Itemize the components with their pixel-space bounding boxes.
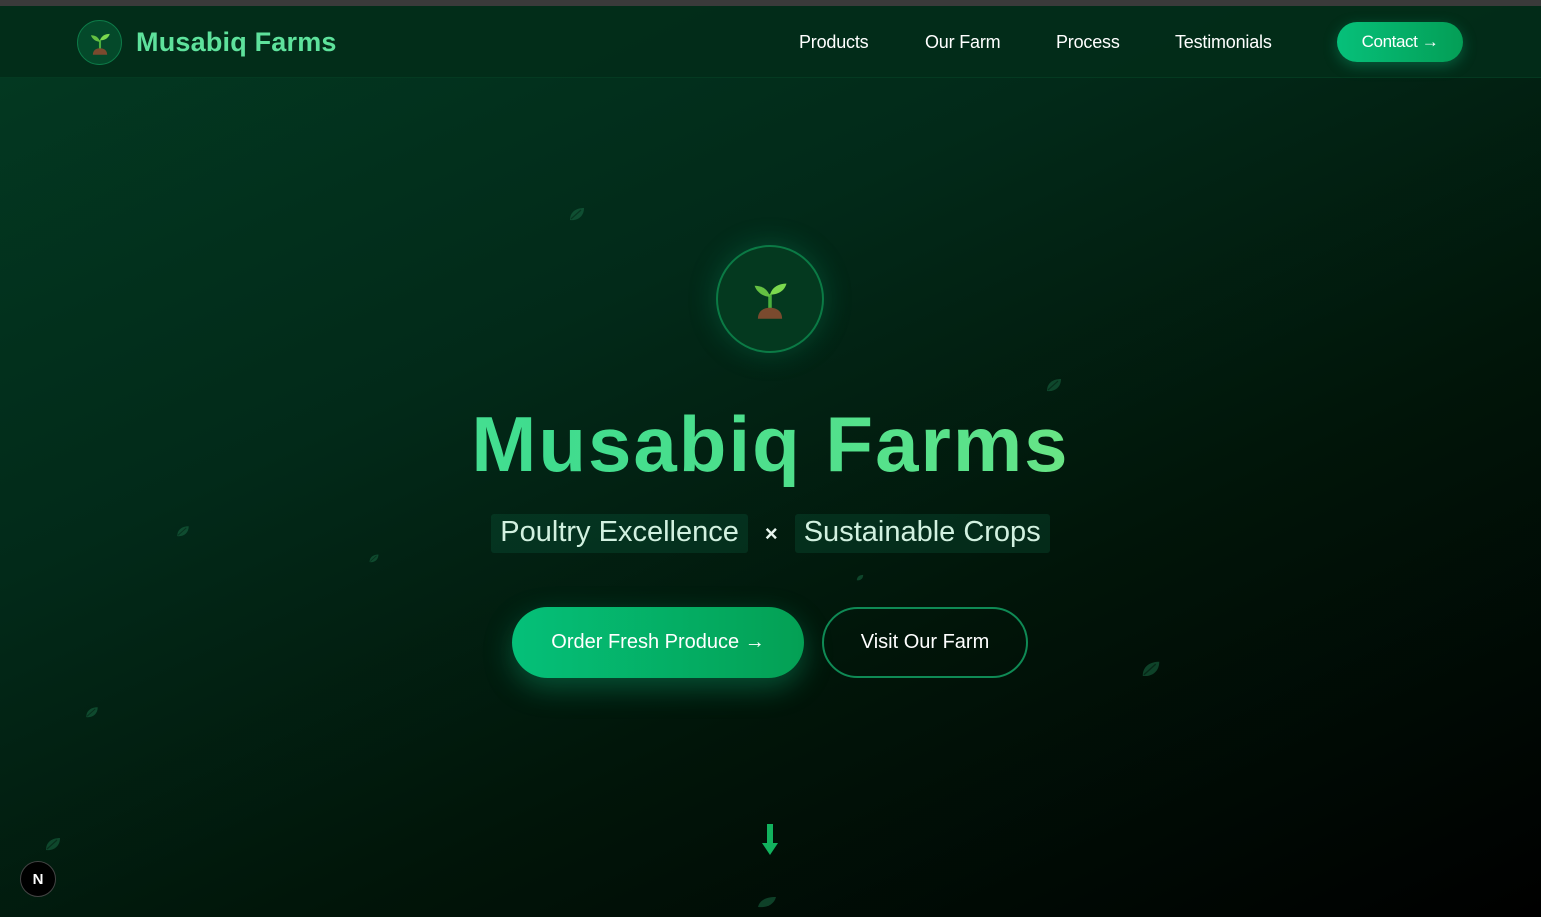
tag-crops: Sustainable Crops [794,514,1050,553]
nav-link-process[interactable]: Process [1056,32,1120,53]
nav-link-testimonials[interactable]: Testimonials [1175,32,1272,53]
leaf-icon [369,554,379,563]
leaf-icon [86,707,98,718]
tag-poultry: Poultry Excellence [491,514,748,553]
down-arrow-icon[interactable] [761,823,779,857]
tag-separator: × [764,520,778,546]
contact-button[interactable]: Contact → [1337,22,1463,62]
dev-indicator-badge[interactable]: N [20,861,56,897]
top-navbar: Musabiq Farms Products Our Farm Process … [0,6,1541,78]
leaf-icon [758,897,776,908]
brand-logo [77,20,122,65]
hero-section: Musabiq Farms Poultry Excellence × Susta… [0,6,1541,917]
brand[interactable]: Musabiq Farms [77,20,337,65]
seedling-icon [90,33,110,55]
hero-seedling-badge [716,245,824,353]
leaf-icon [1142,661,1160,677]
hero-tagline: Poultry Excellence × Sustainable Crops [0,514,1541,553]
visit-our-farm-button[interactable]: Visit Our Farm [822,607,1028,678]
seedling-icon [754,283,787,319]
hero-title: Musabiq Farms [0,396,1541,492]
leaf-icon [856,574,864,581]
nav-link-products[interactable]: Products [799,32,869,53]
nav-link-our-farm[interactable]: Our Farm [925,32,1001,53]
leaf-icon [570,208,584,221]
order-fresh-produce-button[interactable]: Order Fresh Produce → [512,607,804,678]
brand-name: Musabiq Farms [136,27,337,57]
leaf-icon [1047,379,1061,392]
leaf-icon [46,838,60,851]
